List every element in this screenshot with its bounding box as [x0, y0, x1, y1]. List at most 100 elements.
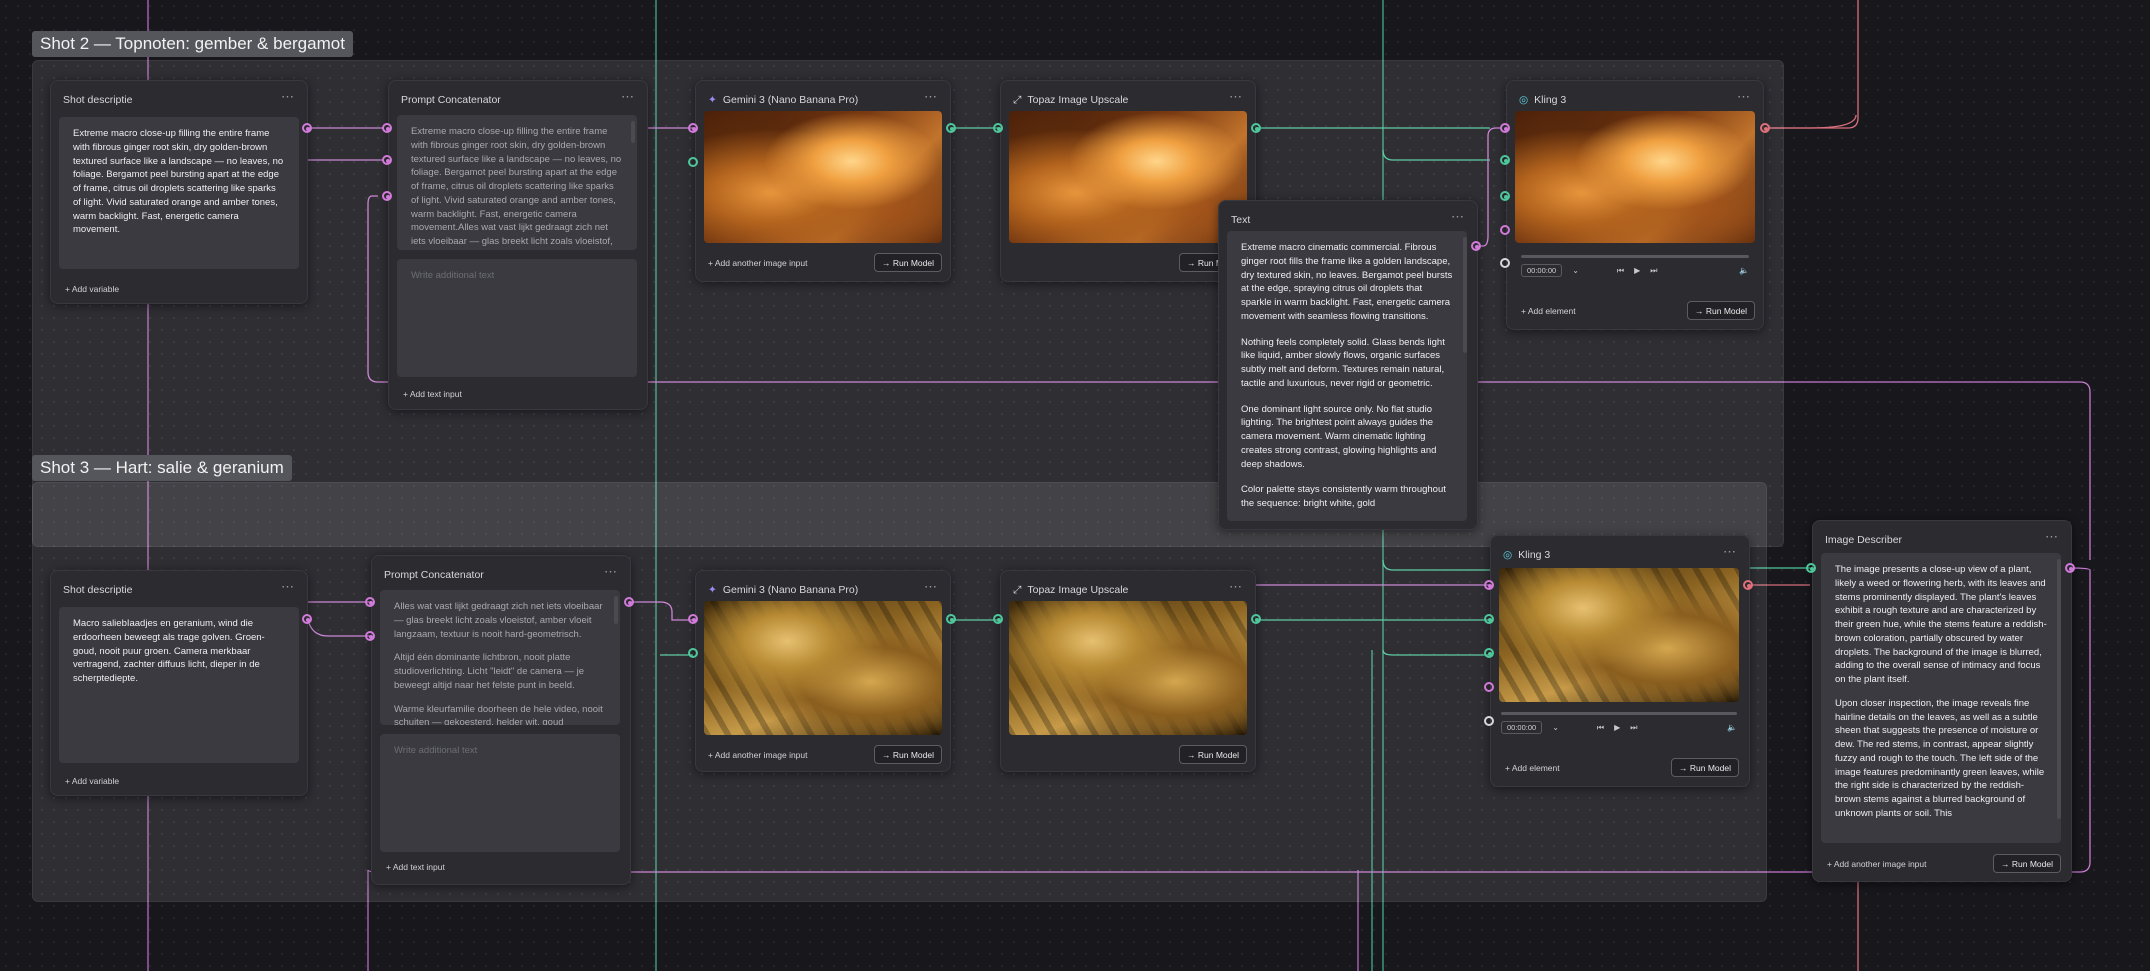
run-model-button[interactable]: → Run Model — [874, 253, 942, 272]
video-preview[interactable] — [1515, 111, 1755, 243]
kling-output-port[interactable] — [1743, 580, 1753, 590]
topaz-output-port[interactable] — [1251, 614, 1261, 624]
play-icon[interactable]: ▶ — [1614, 723, 1620, 732]
menu-icon[interactable]: ⋯ — [621, 89, 635, 105]
concat-input-port-2[interactable] — [365, 631, 375, 641]
menu-icon[interactable]: ⋯ — [924, 579, 938, 595]
text-node-content[interactable]: Extreme macro cinematic commercial. Fibr… — [1227, 231, 1467, 521]
text-node-output-port[interactable] — [1471, 241, 1481, 251]
kling-input-port-5[interactable] — [1500, 258, 1510, 268]
shot3-descript-text[interactable]: Macro saliebIaadjes en geranium, wind di… — [59, 607, 299, 763]
kling-input-port-1[interactable] — [1484, 580, 1494, 590]
shot3-descript-node[interactable]: Shot descriptie ⋯ Macro saliebIaadjes en… — [50, 570, 308, 796]
concat-input-port-3[interactable] — [382, 191, 392, 201]
menu-icon[interactable]: ⋯ — [1723, 544, 1737, 560]
video-progress-bar[interactable] — [1501, 712, 1737, 715]
describer-output-port[interactable] — [2065, 563, 2075, 573]
video-progress-bar[interactable] — [1521, 255, 1749, 258]
gemini-input-port-prompt[interactable] — [688, 123, 698, 133]
add-image-input-button[interactable]: + Add another image input — [1827, 859, 1927, 869]
next-icon[interactable]: ⏭ — [1650, 266, 1657, 276]
kling-input-port-2[interactable] — [1484, 614, 1494, 624]
shot2-descript-text[interactable]: Extreme macro close-up filling the entir… — [59, 117, 299, 269]
topaz-input-port[interactable] — [993, 123, 1003, 133]
kling-input-port-4[interactable] — [1484, 682, 1494, 692]
menu-icon[interactable]: ⋯ — [1229, 89, 1243, 105]
additional-text-input[interactable]: Write additional text — [380, 734, 620, 852]
add-text-input-button[interactable]: + Add text input — [403, 389, 462, 399]
group-title-shot-2[interactable]: Shot 2 — Topnoten: gember & bergamot — [32, 31, 353, 57]
kling-output-port[interactable] — [1760, 123, 1770, 133]
play-icon[interactable]: ▶ — [1634, 266, 1640, 275]
kling-input-port-4[interactable] — [1500, 225, 1510, 235]
gemini-input-port-image[interactable] — [688, 648, 698, 658]
kling-input-port-3[interactable] — [1484, 648, 1494, 658]
run-model-button[interactable]: → Run Model — [1993, 854, 2061, 873]
scrollbar[interactable] — [2057, 559, 2061, 819]
menu-icon[interactable]: ⋯ — [2045, 529, 2059, 545]
menu-icon[interactable]: ⋯ — [1451, 209, 1465, 225]
add-variable-button[interactable]: + Add variable — [65, 776, 119, 786]
shot2-descript-node[interactable]: Shot descriptie ⋯ Extreme macro close-up… — [50, 80, 308, 304]
volume-icon[interactable]: 🔈 — [1739, 266, 1749, 275]
shot2-concat-node[interactable]: Prompt Concatenator ⋯ Extreme macro clos… — [388, 80, 648, 410]
scrollbar[interactable] — [631, 121, 635, 143]
generated-image[interactable] — [704, 601, 942, 735]
shot3-descript-output-port[interactable] — [302, 614, 312, 624]
generated-image[interactable] — [704, 111, 942, 243]
shot3-topaz-node[interactable]: ⤢ Topaz Image Upscale ⋯ → Run Model — [1000, 570, 1256, 772]
kling-input-port-3[interactable] — [1500, 191, 1510, 201]
concat-input-port-2[interactable] — [382, 155, 392, 165]
shot3-gemini-node[interactable]: ✦ Gemini 3 (Nano Banana Pro) ⋯ + Add anot… — [695, 570, 951, 772]
video-preview[interactable] — [1499, 568, 1739, 702]
additional-text-input[interactable]: Write additional text — [397, 259, 637, 377]
volume-icon[interactable]: 🔈 — [1727, 723, 1737, 732]
menu-icon[interactable]: ⋯ — [281, 89, 295, 105]
run-model-button[interactable]: → Run Model — [1687, 301, 1755, 320]
add-text-input-button[interactable]: + Add text input — [386, 862, 445, 872]
topaz-input-port[interactable] — [993, 614, 1003, 624]
menu-icon[interactable]: ⋯ — [281, 579, 295, 595]
add-element-button[interactable]: + Add element — [1521, 306, 1576, 316]
scrollbar[interactable] — [614, 596, 618, 624]
previous-icon[interactable]: ⏮ — [1617, 266, 1624, 276]
menu-icon[interactable]: ⋯ — [1737, 89, 1751, 105]
topaz-output-port[interactable] — [1251, 123, 1261, 133]
describer-input-port[interactable] — [1806, 563, 1816, 573]
add-image-input-button[interactable]: + Add another image input — [708, 750, 808, 760]
shot2-gemini-node[interactable]: ✦ Gemini 3 (Nano Banana Pro) ⋯ + Add anot… — [695, 80, 951, 282]
shot3-concat-text[interactable]: Alles wat vast lijkt gedraagt zich net i… — [380, 590, 620, 725]
menu-icon[interactable]: ⋯ — [1229, 579, 1243, 595]
text-node[interactable]: Text ⋯ Extreme macro cinematic commercia… — [1218, 200, 1478, 530]
run-model-button[interactable]: → Run Model — [1671, 758, 1739, 777]
shot3-concat-node[interactable]: Prompt Concatenator ⋯ Alles wat vast lij… — [371, 555, 631, 885]
kling-input-port-2[interactable] — [1500, 155, 1510, 165]
gemini-output-port[interactable] — [946, 123, 956, 133]
shot2-descript-output-port[interactable] — [302, 123, 312, 133]
group-title-shot-3[interactable]: Shot 3 — Hart: salie & geranium — [32, 455, 292, 481]
add-image-input-button[interactable]: + Add another image input — [708, 258, 808, 268]
gemini-input-port-prompt[interactable] — [688, 614, 698, 624]
previous-icon[interactable]: ⏮ — [1597, 723, 1604, 733]
run-model-button[interactable]: → Run Model — [874, 745, 942, 764]
shot2-concat-text[interactable]: Extreme macro close-up filling the entir… — [397, 115, 637, 250]
image-describer-node[interactable]: Image Describer ⋯ The image presents a c… — [1812, 520, 2072, 882]
kling-input-port-1[interactable] — [1500, 123, 1510, 133]
shot3-kling-node[interactable]: ◎ Kling 3 ⋯ 00:00:00 ⌄ ⏮ ▶ ⏭ 🔈 + Add elem… — [1490, 535, 1750, 787]
scrollbar[interactable] — [1463, 237, 1467, 353]
concat-input-port-1[interactable] — [365, 597, 375, 607]
upscaled-image[interactable] — [1009, 601, 1247, 735]
chevron-down-icon[interactable]: ⌄ — [1552, 723, 1559, 732]
concat-output-port[interactable] — [624, 597, 634, 607]
menu-icon[interactable]: ⋯ — [924, 89, 938, 105]
concat-input-port-1[interactable] — [382, 123, 392, 133]
menu-icon[interactable]: ⋯ — [604, 564, 618, 580]
add-variable-button[interactable]: + Add variable — [65, 284, 119, 294]
upscaled-image[interactable] — [1009, 111, 1247, 243]
chevron-down-icon[interactable]: ⌄ — [1572, 266, 1579, 275]
add-element-button[interactable]: + Add element — [1505, 763, 1560, 773]
kling-input-port-5[interactable] — [1484, 716, 1494, 726]
image-description-text[interactable]: The image presents a close-up view of a … — [1821, 553, 2061, 843]
run-model-button[interactable]: → Run Model — [1179, 745, 1247, 764]
next-icon[interactable]: ⏭ — [1630, 723, 1637, 733]
